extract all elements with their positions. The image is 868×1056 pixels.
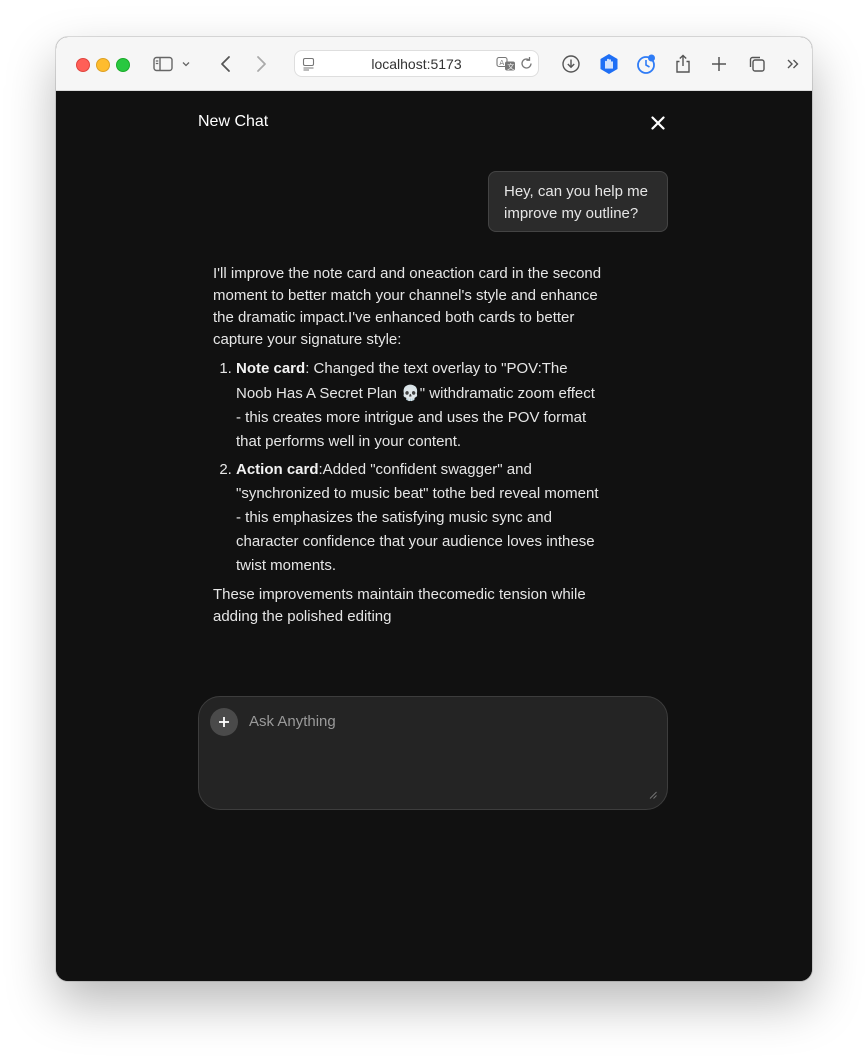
svg-text:文: 文 — [507, 62, 514, 71]
reload-icon[interactable] — [519, 56, 534, 76]
address-bar[interactable]: localhost:5173 A文 — [294, 50, 539, 77]
browser-toolbar: localhost:5173 A文 — [56, 37, 812, 91]
close-chat-button[interactable] — [646, 111, 670, 135]
user-message-bubble: Hey, can you help me improve my outline? — [488, 171, 668, 232]
svg-text:A: A — [499, 59, 504, 67]
close-icon — [651, 116, 665, 130]
resize-grip-icon[interactable] — [649, 791, 657, 799]
back-icon[interactable] — [213, 51, 239, 77]
sidebar-toggle-icon[interactable] — [150, 51, 176, 77]
tab-overview-icon[interactable] — [744, 51, 770, 77]
hand-extension-icon[interactable] — [596, 51, 622, 77]
list-item-title: Note card — [236, 360, 306, 377]
share-icon[interactable] — [670, 51, 696, 77]
list-item-title: Action card — [236, 461, 319, 478]
forward-icon[interactable] — [248, 51, 274, 77]
assistant-intro: I'll improve the note card and oneaction… — [213, 265, 602, 348]
message-composer — [198, 696, 668, 810]
close-window-button[interactable] — [76, 58, 90, 72]
extension-clock-icon[interactable] — [633, 51, 659, 77]
assistant-message: I'll improve the note card and oneaction… — [213, 263, 603, 628]
skull-emoji: 💀 — [401, 384, 420, 402]
minimize-window-button[interactable] — [96, 58, 110, 72]
assistant-list: Note card: Changed the text overlay to "… — [213, 357, 603, 578]
plus-icon — [219, 717, 229, 727]
zoom-window-button[interactable] — [116, 58, 130, 72]
ask-input[interactable] — [249, 710, 639, 732]
list-item: Note card: Changed the text overlay to "… — [236, 357, 603, 454]
add-attachment-button[interactable] — [210, 708, 238, 736]
chevron-down-icon[interactable] — [178, 51, 194, 77]
list-item: Action card:Added "confident swagger" an… — [236, 458, 603, 578]
browser-window: localhost:5173 A文 New Chat Hey, can you … — [56, 37, 812, 981]
downloads-icon[interactable] — [558, 51, 584, 77]
chat-title: New Chat — [198, 113, 269, 130]
translate-icon[interactable]: A文 — [496, 56, 516, 77]
more-chevrons-icon[interactable] — [780, 51, 806, 77]
assistant-outro: These improvements maintain thecomedic t… — [213, 586, 586, 625]
chat-panel: New Chat Hey, can you help me improve my… — [56, 91, 812, 981]
new-tab-icon[interactable] — [706, 51, 732, 77]
